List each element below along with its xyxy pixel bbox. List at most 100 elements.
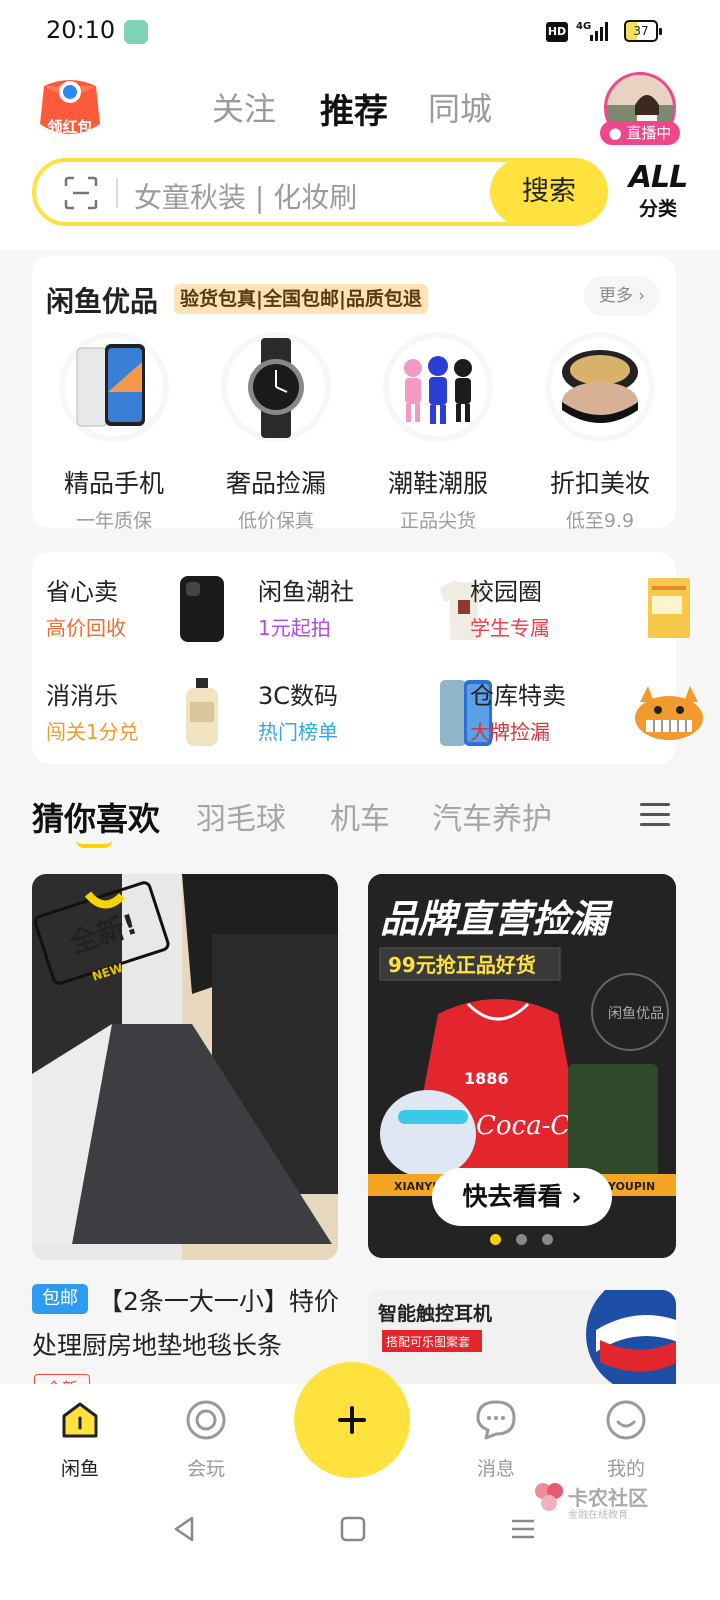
youpin-more-button[interactable]: 更多 ›: [584, 276, 660, 316]
banner-cta-button[interactable]: 快去看看 ›: [432, 1168, 612, 1226]
menu-icon[interactable]: [640, 802, 670, 828]
nav-profile[interactable]: 我的: [576, 1398, 676, 1481]
search-input[interactable]: 女童秋装 | 化妆刷: [134, 176, 357, 216]
network-type-label: 4G: [576, 21, 591, 32]
tab-local[interactable]: 同城: [428, 84, 492, 130]
nav-play[interactable]: 会玩: [156, 1398, 256, 1481]
banner-stamp-text: 闲鱼优品: [608, 1005, 664, 1022]
nav-label: 闲鱼: [60, 1458, 99, 1480]
watermark: 卡农社区 金融在线教育: [532, 1480, 672, 1521]
youpin-card: 闲鱼优品 验货包真|全国包邮|品质包退 更多 › 精品手机 一年质保 奢品捡漏 …: [32, 256, 676, 532]
search-bar[interactable]: 女童秋装 | 化妆刷 搜索: [32, 158, 608, 226]
service-sub: 1元起拍: [258, 616, 331, 640]
earphone-headline: 智能触控耳机: [378, 1302, 492, 1325]
message-icon: [476, 1400, 516, 1440]
play-circle-icon: [186, 1400, 226, 1440]
service-sub: 大牌捡漏: [470, 720, 550, 744]
service-title: 闲鱼潮社: [258, 578, 354, 606]
pagination-dot: [516, 1234, 527, 1245]
watch-image: [221, 332, 331, 442]
bottle-thumb: [186, 678, 218, 746]
youpin-item-sub: 正品尖货: [399, 510, 476, 532]
publish-button[interactable]: [294, 1362, 410, 1478]
battery-icon: 37: [624, 20, 662, 42]
service-game[interactable]: 消消乐 闯关1分兑: [46, 676, 256, 756]
service-title: 仓库特卖: [470, 682, 566, 710]
youpin-item-name: 折扣美妆: [549, 469, 650, 498]
youpin-item-name: 奢品捡漏: [225, 469, 326, 498]
tab-follow[interactable]: 关注: [212, 84, 276, 130]
nav-label: 消息: [476, 1458, 515, 1480]
pagination-dot: [542, 1234, 553, 1245]
scan-icon[interactable]: [64, 176, 98, 210]
watermark-logo-icon: [535, 1483, 563, 1511]
youpin-item-streetwear[interactable]: 潮鞋潮服 正品尖货: [358, 332, 518, 533]
feed-tab-guess[interactable]: 猜你喜欢: [32, 794, 160, 840]
cushion-image: [545, 332, 655, 442]
banner-cta-label: 快去看看: [462, 1182, 563, 1211]
youpin-item-phone[interactable]: 精品手机 一年质保: [34, 332, 194, 533]
hd-voice-icon: HD: [546, 22, 568, 42]
banner-headline: 品牌直营捡漏: [380, 897, 614, 941]
red-packet-button[interactable]: 领红包: [34, 72, 106, 144]
service-sub: 高价回收: [46, 616, 126, 640]
more-label: 更多: [598, 286, 633, 306]
feed-item-image-kitchen-mat[interactable]: 全新! NEW: [32, 874, 338, 1260]
feed-item-title[interactable]: 【2条一大一小】特价处理厨房地垫地毯长条: [32, 1280, 342, 1368]
service-warehouse[interactable]: 仓库特卖 大牌捡漏: [470, 676, 703, 756]
service-sell[interactable]: 省心卖 高价回收: [46, 572, 256, 652]
service-title: 校园圈: [470, 578, 542, 606]
live-badge-label: 直播中: [626, 124, 672, 142]
youpin-item-sub: 低价保真: [237, 510, 314, 532]
service-trend[interactable]: 闲鱼潮社 1元起拍: [258, 572, 488, 652]
youpin-item-sub: 低至9.9: [565, 510, 635, 532]
services-card: 省心卖 高价回收 闲鱼潮社 1元起拍 校园圈 学生专属 消消乐 闯关1分兑 3C…: [32, 552, 703, 764]
service-sub: 闯关1分兑: [46, 720, 139, 744]
service-title: 3C数码: [258, 682, 339, 710]
phone-image: [59, 332, 169, 442]
youpin-tags: 验货包真|全国包邮|品质包退: [174, 284, 428, 314]
search-button[interactable]: 搜索: [490, 158, 608, 226]
nav-label: 会玩: [186, 1458, 225, 1480]
category-label: 分类: [638, 198, 677, 220]
all-category-button[interactable]: ALL 分类: [628, 162, 688, 221]
tab-recommend[interactable]: 推荐: [320, 84, 388, 133]
back-icon[interactable]: [170, 1514, 200, 1544]
banner-pagination: [490, 1234, 554, 1246]
kitchen-mat-photo: 全新! NEW: [32, 874, 338, 1260]
service-sub: 热门榜单: [258, 720, 338, 744]
all-category-label: ALL: [628, 160, 688, 195]
service-3c[interactable]: 3C数码 热门榜单: [258, 676, 492, 756]
home-icon: [62, 1402, 98, 1438]
service-title: 消消乐: [46, 682, 118, 710]
feed-tab-motorcycle[interactable]: 机车: [330, 794, 390, 838]
plus-icon: [338, 1406, 366, 1434]
home-square-icon[interactable]: [338, 1514, 368, 1544]
brand-outlet-banner[interactable]: 品牌直营捡漏 99元抢正品好货 闲鱼优品 1886 Coca-Cola XIAN…: [368, 874, 676, 1258]
status-bar: 20:10 HD 4G 37: [0, 0, 720, 64]
earphone-subline: 搭配可乐图案套: [386, 1334, 470, 1349]
youpin-item-name: 潮鞋潮服: [387, 469, 488, 498]
youpin-item-luxury[interactable]: 奢品捡漏 低价保真: [196, 332, 356, 533]
youpin-item-name: 精品手机: [63, 469, 164, 498]
service-campus[interactable]: 校园圈 学生专属: [470, 572, 690, 652]
banner-subline: 99元抢正品好货: [388, 953, 536, 977]
youpin-item-beauty[interactable]: 折扣美妆 低至9.9: [520, 332, 680, 533]
nav-home[interactable]: 闲鱼: [30, 1398, 130, 1481]
feed-tab-indicator: [76, 840, 112, 848]
live-badge: ● 直播中: [600, 121, 680, 145]
notification-app-icon: [124, 20, 148, 44]
nav-messages[interactable]: 消息: [446, 1398, 546, 1481]
youpin-item-sub: 一年质保: [75, 510, 152, 532]
banner-footer-right: YOUPIN: [607, 1180, 655, 1193]
service-sub: 学生专属: [470, 616, 550, 640]
red-packet-label: 领红包: [47, 118, 93, 136]
search-divider: [116, 178, 118, 208]
youpin-title: 闲鱼优品: [46, 285, 159, 318]
book-thumb: [648, 578, 690, 638]
watermark-subtext: 金融在线教育: [568, 1510, 628, 1521]
figures-image: [383, 332, 493, 442]
feed-tab-car-care[interactable]: 汽车养护: [432, 794, 552, 838]
feed-tab-badminton[interactable]: 羽毛球: [196, 794, 286, 838]
nav-label: 我的: [606, 1458, 645, 1480]
